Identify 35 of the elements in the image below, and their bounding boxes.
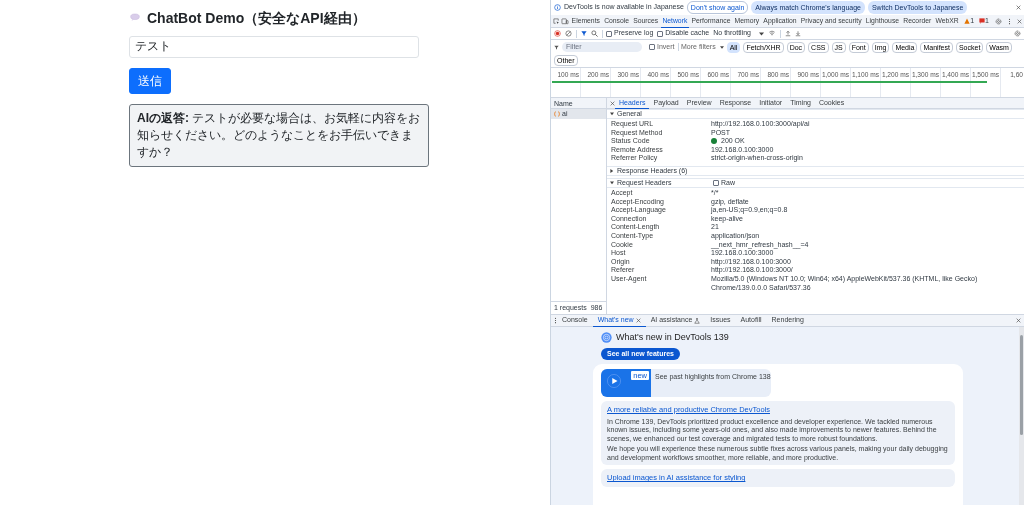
triangle-down-icon [610,180,614,185]
inspect-icon[interactable] [553,17,560,25]
message-input[interactable]: テスト [129,35,419,58]
close-icon[interactable] [1016,318,1021,323]
more-icon[interactable] [554,317,557,324]
download-icon[interactable] [794,30,801,37]
close-icon[interactable] [1017,18,1022,24]
close-icon[interactable] [1016,5,1021,10]
triangle-down-icon [610,112,614,116]
clear-icon[interactable] [565,30,572,37]
send-button[interactable]: 送信 [129,67,171,94]
braces-icon [554,111,560,117]
upload-icon[interactable] [784,30,791,37]
record-icon[interactable] [554,30,561,37]
close-icon[interactable] [610,100,615,106]
device-icon[interactable] [561,17,569,25]
panel-heading: What's new in DevTools 139 [616,331,729,344]
triangle-right-icon [610,168,614,173]
info-icon [554,4,561,11]
scrollbar[interactable] [1019,327,1024,505]
page-title: ChatBot Demo（安全なAPI経由） [147,10,366,27]
status-dot-icon [711,138,717,145]
warning-icon[interactable] [964,18,971,24]
caret-icon [719,45,724,49]
funnel-icon [554,44,559,50]
flask-icon [694,317,701,324]
network-conditions-icon[interactable] [768,30,776,37]
error-icon[interactable] [979,18,986,24]
search-icon[interactable] [590,30,598,37]
funnel-icon[interactable] [580,30,587,37]
caret-icon [759,31,764,36]
ai-reply: AIの返答: テストが必要な場合は、お気軽に内容をお知らせください。どのようなことをお手伝いできますか？ [129,103,429,167]
more-icon[interactable] [1008,17,1011,25]
close-icon[interactable] [635,318,641,323]
play-icon [607,374,621,388]
